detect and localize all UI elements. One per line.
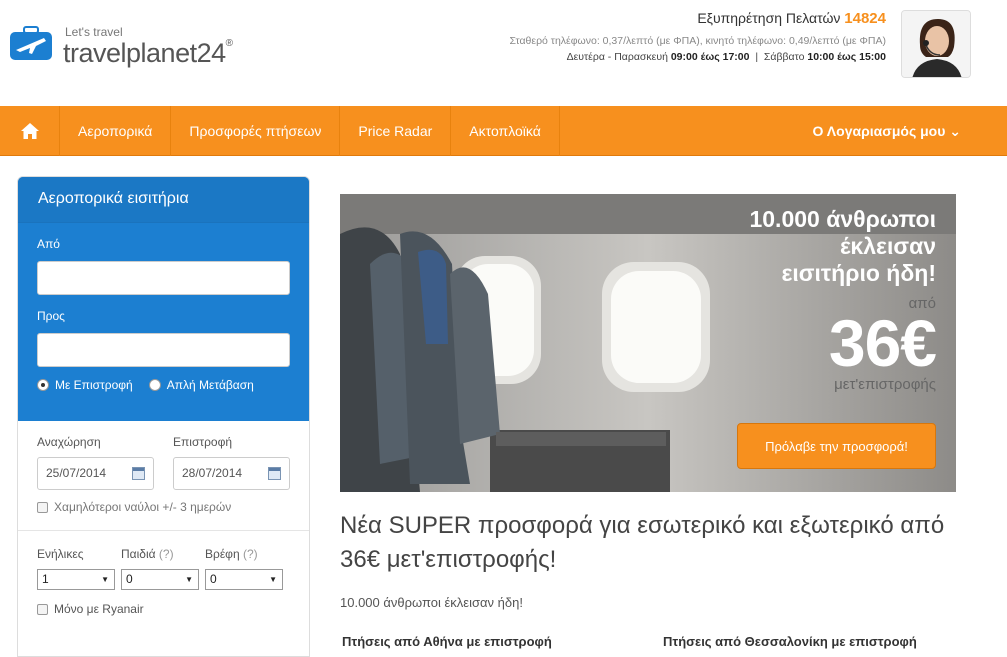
customer-support-info: Εξυπηρέτηση Πελατών 14824 Σταθερό τηλέφω… — [510, 10, 887, 63]
support-phone[interactable]: 14824 — [844, 10, 886, 27]
trip-type: Με Επιστροφή Απλή Μετάβαση — [18, 378, 309, 392]
support-agent-avatar — [901, 10, 971, 78]
return-date-value: 28/07/2014 — [182, 466, 243, 480]
depart-date-input[interactable]: 25/07/2014 — [37, 457, 154, 490]
from-input[interactable] — [37, 261, 290, 295]
main-nav: Αεροπορικά Προσφορές πτήσεων Price Radar… — [0, 106, 1007, 156]
offer-subline: 10.000 άνθρωποι έκλεισαν ήδη! — [340, 595, 523, 610]
support-hours: Δευτέρα - Παρασκευή 09:00 έως 17:00 | Σά… — [510, 51, 886, 63]
nav-flights[interactable]: Αεροπορικά — [60, 106, 172, 156]
infants-label: Βρέφη (?) — [205, 547, 289, 561]
banner-line3: εισιτήριο ήδη! — [781, 260, 936, 286]
children-label: Παιδιά (?) — [121, 547, 205, 561]
banner-text: 10.000 άνθρωποι έκλεισαν εισιτήριο ήδη! … — [749, 206, 937, 393]
adults-label: Ενήλικες — [37, 547, 121, 561]
nav-price-radar[interactable]: Price Radar — [340, 106, 452, 156]
brand-text: travelplanet24 — [63, 38, 226, 68]
ryanair-label[interactable]: Μόνο με Ryanair — [54, 602, 144, 616]
flight-search-panel: Αεροπορικά εισιτήρια Από Προς Με Επιστρο… — [17, 176, 310, 657]
promo-banner[interactable]: 10.000 άνθρωποι έκλεισαν εισιτήριο ήδη! … — [340, 194, 956, 492]
banner-line1: 10.000 άνθρωποι — [749, 206, 936, 232]
depart-label: Αναχώρηση — [37, 435, 101, 449]
infants-label-text: Βρέφη — [205, 547, 240, 561]
children-select[interactable]: 0 — [121, 569, 199, 590]
children-help[interactable]: (?) — [159, 547, 174, 561]
nav-ferries[interactable]: Ακτοπλοϊκά — [451, 106, 560, 156]
banner-per-return: μετ'επιστροφής — [834, 376, 936, 393]
return-label: Επιστροφή — [173, 435, 233, 449]
to-input[interactable] — [37, 333, 290, 367]
support-title: Εξυπηρέτηση Πελατών 14824 — [510, 10, 886, 27]
logo-tagline: Let's travel — [65, 25, 123, 39]
home-icon — [20, 123, 39, 139]
suitcase-plane-icon — [10, 26, 52, 60]
oneway-radio[interactable] — [148, 379, 161, 391]
ryanair-checkbox[interactable] — [37, 603, 48, 615]
banner-price: 36€ — [828, 306, 937, 380]
site-header: Let's travel travelplanet24® Εξυπηρέτηση… — [0, 0, 1007, 106]
children-label-text: Παιδιά — [121, 547, 156, 561]
athens-flights-heading: Πτήσεις από Αθήνα με επιστροφή — [342, 634, 552, 649]
infants-select[interactable]: 0 — [205, 569, 283, 590]
flex-dates-row: Χαμηλότεροι ναύλοι +/- 3 ημερών — [37, 500, 290, 514]
flex-dates-label[interactable]: Χαμηλότεροι ναύλοι +/- 3 ημερών — [54, 500, 231, 514]
nav-flight-offers[interactable]: Προσφορές πτήσεων — [171, 106, 341, 156]
dates-section: Αναχώρηση 25/07/2014 Επιστροφή 28/07/201… — [18, 421, 309, 514]
logo-brand: travelplanet24® — [63, 38, 233, 69]
passengers-section: Ενήλικες Παιδιά (?) Βρέφη (?) 1 0 0 Μόνο… — [18, 530, 309, 616]
adults-select[interactable]: 1 — [37, 569, 115, 590]
ryanair-row: Μόνο με Ryanair — [37, 602, 290, 616]
from-label: Από — [37, 237, 60, 251]
to-label: Προς — [37, 309, 65, 323]
brand-reg: ® — [225, 38, 233, 49]
return-date-input[interactable]: 28/07/2014 — [173, 457, 290, 490]
infants-help[interactable]: (?) — [243, 547, 258, 561]
calendar-icon[interactable] — [268, 467, 281, 480]
return-radio[interactable] — [37, 379, 49, 391]
nav-my-account[interactable]: Ο Λογαριασμός μου ⌄ — [795, 106, 1007, 156]
search-title: Αεροπορικά εισιτήρια — [18, 177, 309, 223]
banner-line2: έκλεισαν — [840, 233, 936, 259]
site-logo[interactable]: Let's travel travelplanet24® — [6, 22, 266, 72]
weekdays-label: Δευτέρα - Παρασκευή — [566, 51, 668, 63]
calendar-icon[interactable] — [132, 467, 145, 480]
search-head: Αεροπορικά εισιτήρια Από Προς Με Επιστρο… — [18, 177, 309, 421]
support-agent-icon — [902, 11, 970, 77]
support-title-text: Εξυπηρέτηση Πελατών — [697, 10, 841, 26]
flex-dates-checkbox[interactable] — [37, 501, 48, 513]
support-costs: Σταθερό τηλέφωνο: 0,37/λεπτό (με ΦΠΑ), κ… — [509, 35, 887, 47]
adults-label-text: Ενήλικες — [37, 547, 84, 561]
nav-home[interactable] — [0, 106, 60, 156]
saturday-hours: 10:00 έως 15:00 — [807, 51, 886, 63]
saturday-label: Σάββατο — [763, 51, 805, 63]
offer-headline: Νέα SUPER προσφορά για εσωτερικό και εξω… — [340, 512, 945, 573]
thessaloniki-flights-heading: Πτήσεις από Θεσσαλονίκη με επιστροφή — [663, 634, 917, 649]
hours-separator: | — [755, 51, 759, 63]
weekdays-hours: 09:00 έως 17:00 — [670, 51, 750, 63]
return-radio-label[interactable]: Με Επιστροφή — [55, 378, 133, 392]
depart-date-value: 25/07/2014 — [46, 466, 107, 480]
grab-offer-button[interactable]: Πρόλαβε την προσφορά! — [737, 423, 936, 469]
oneway-radio-label[interactable]: Απλή Μετάβαση — [167, 378, 254, 392]
